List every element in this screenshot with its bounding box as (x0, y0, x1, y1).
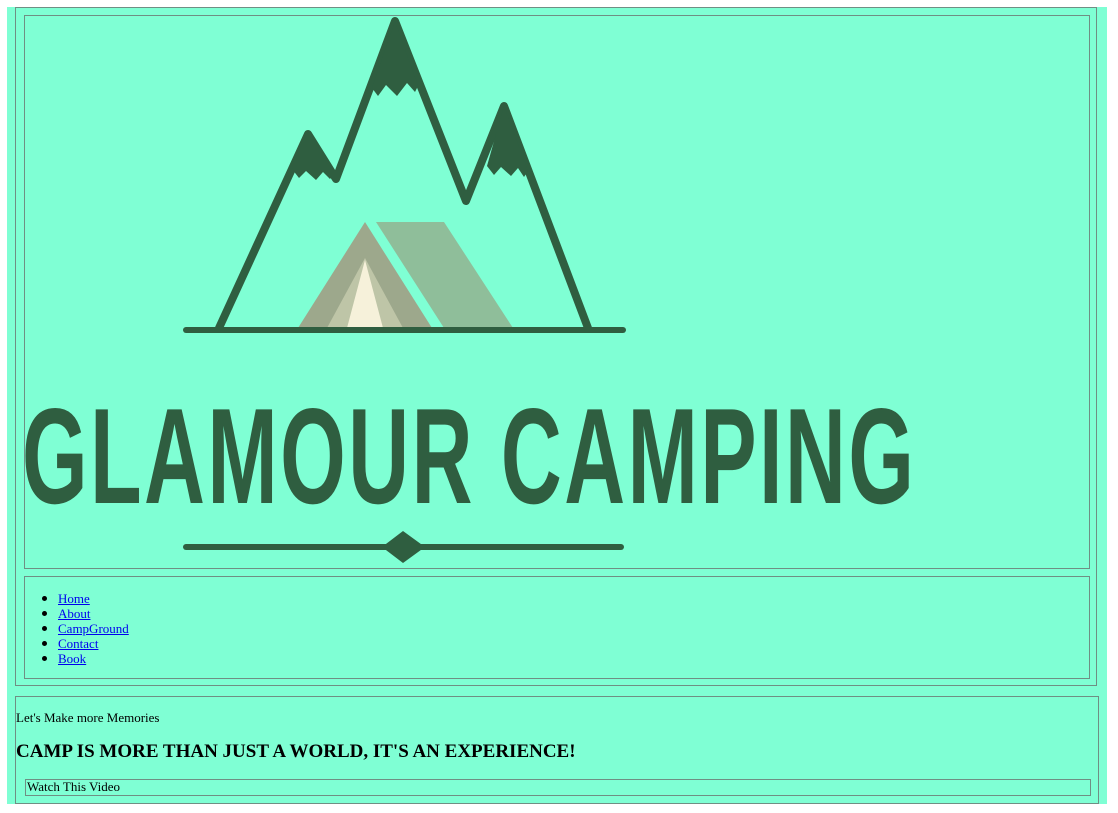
nav-item-contact: Contact (42, 636, 129, 651)
watch-video-button[interactable]: Watch This Video (25, 779, 1091, 796)
nav-item-home: Home (42, 591, 129, 606)
nav-link-book[interactable]: Book (58, 651, 86, 666)
bullet-icon (42, 596, 47, 601)
bullet-icon (42, 626, 47, 631)
nav-item-campground: CampGround (42, 621, 129, 636)
logo: GLAMOUR CAMPING (22, 15, 1090, 569)
nav-list: Home About CampGround Contact Book (42, 591, 129, 666)
divider-diamond-icon (382, 531, 425, 563)
bullet-icon (42, 641, 47, 646)
nav-link-home[interactable]: Home (58, 591, 90, 606)
main-navigation: Home About CampGround Contact Book (24, 576, 1090, 679)
nav-link-campground[interactable]: CampGround (58, 621, 129, 636)
nav-item-book: Book (42, 651, 129, 666)
bullet-icon (42, 611, 47, 616)
hero-section: Let's Make more Memories CAMP IS MORE TH… (15, 696, 1099, 804)
bullet-icon (42, 656, 47, 661)
hero-tagline: Let's Make more Memories (16, 710, 160, 725)
nav-item-about: About (42, 606, 129, 621)
logo-title: GLAMOUR CAMPING (22, 380, 917, 532)
page: GLAMOUR CAMPING Home About CampGround Co… (7, 7, 1107, 804)
site-header: GLAMOUR CAMPING Home About CampGround Co… (15, 7, 1097, 686)
hero-headline: CAMP IS MORE THAN JUST A WORLD, IT'S AN … (16, 741, 576, 762)
nav-link-about[interactable]: About (58, 606, 91, 621)
nav-link-contact[interactable]: Contact (58, 636, 98, 651)
